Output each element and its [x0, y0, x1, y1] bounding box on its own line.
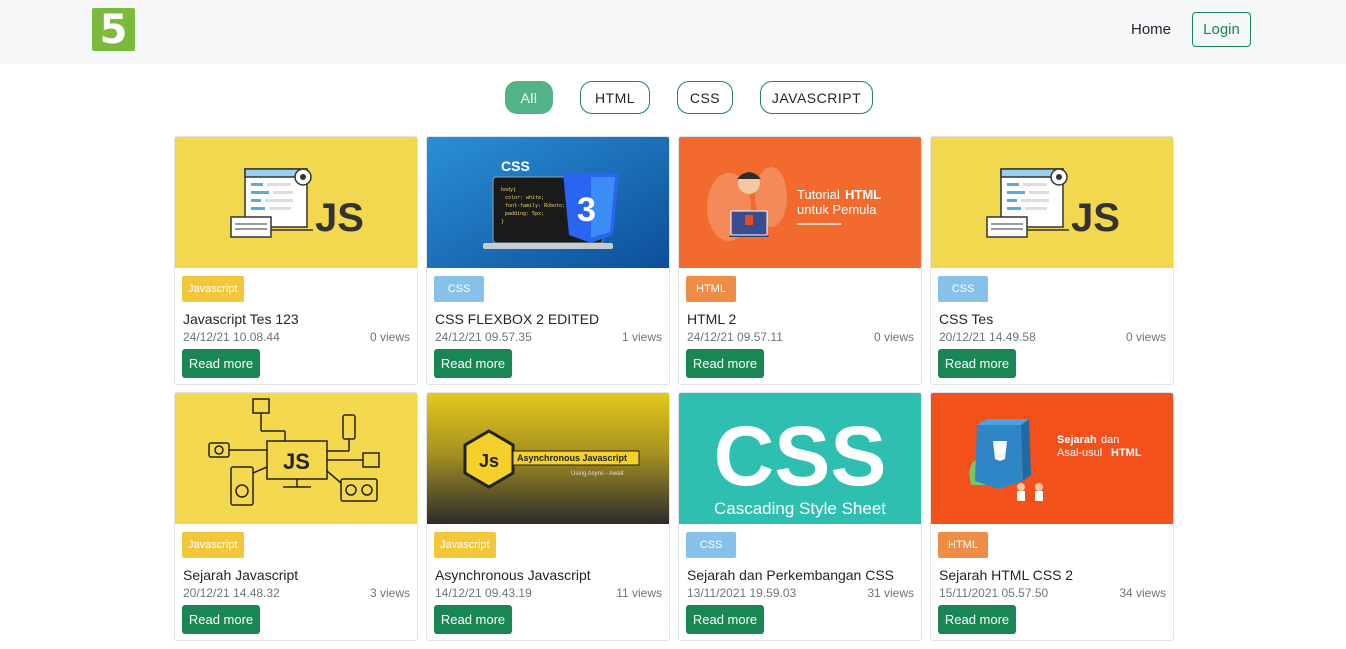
svg-text:color: white;: color: white;	[505, 195, 544, 201]
read-more-button[interactable]: Read more	[182, 605, 260, 634]
js-devices-image: JS	[175, 393, 417, 524]
article-title[interactable]: CSS Tes	[939, 311, 993, 327]
article-title[interactable]: Sejarah Javascript	[183, 567, 298, 583]
article-date: 14/12/21 09.43.19	[435, 586, 532, 600]
login-button[interactable]: Login	[1192, 12, 1251, 47]
read-more-button[interactable]: Read more	[434, 605, 512, 634]
css-big-image: CSS Cascading Style Sheet	[679, 393, 921, 524]
category-badge: HTML	[938, 532, 988, 558]
article-views: 11 views	[616, 586, 662, 600]
article-title[interactable]: Sejarah HTML CSS 2	[939, 567, 1073, 583]
svg-text:Js: Js	[479, 451, 499, 471]
svg-text:JS: JS	[1071, 196, 1120, 240]
async-title-text: Asynchronous Javascript	[517, 453, 627, 463]
css-subtitle-text: Cascading Style Sheet	[714, 499, 886, 518]
css3-laptop-image: body{ color: white; font-family: Roboto;…	[427, 137, 669, 268]
article-views: 31 views	[867, 586, 914, 600]
article-date: 13/11/2021 19.59.03	[687, 586, 797, 600]
navbar: 5 Home Login	[0, 0, 1346, 64]
article-card: JS Javascript Javascript Tes 123 24/12/2…	[174, 136, 418, 385]
sejarah-text-4: HTML	[1111, 447, 1142, 459]
category-badge: Javascript	[434, 532, 496, 558]
read-more-button[interactable]: Read more	[938, 605, 1016, 634]
article-views: 34 views	[1119, 586, 1166, 600]
read-more-button[interactable]: Read more	[686, 605, 764, 634]
filter-all-button[interactable]: All	[505, 81, 553, 114]
article-thumbnail[interactable]: JS	[175, 393, 417, 524]
article-title[interactable]: CSS FLEXBOX 2 EDITED	[435, 311, 599, 327]
read-more-button[interactable]: Read more	[182, 349, 260, 378]
article-card: Tutorial HTML untuk Pemula HTML HTML 2 2…	[678, 136, 922, 385]
article-card: Sejarah dan Asal-usul HTML HTML Sejarah …	[930, 392, 1174, 641]
svg-text:body{: body{	[501, 187, 516, 193]
css-logo-text: CSS	[501, 158, 530, 174]
article-views: 0 views	[369, 330, 410, 344]
article-views: 0 views	[1125, 330, 1166, 344]
article-thumbnail[interactable]: body{ color: white; font-family: Roboto;…	[427, 137, 669, 268]
async-subtitle-text: Using Async - Await	[571, 471, 624, 477]
logo[interactable]: 5	[92, 8, 135, 51]
tutorial-text-3: untuk Pemula	[797, 202, 877, 217]
article-card: Js Asynchronous Javascript Using Async -…	[426, 392, 670, 641]
article-thumbnail[interactable]: CSS Cascading Style Sheet	[679, 393, 921, 524]
filter-javascript-button[interactable]: JAVASCRIPT	[760, 81, 873, 114]
svg-text:font-family: Roboto;: font-family: Roboto;	[505, 203, 565, 209]
article-thumbnail[interactable]: Tutorial HTML untuk Pemula	[679, 137, 921, 268]
sejarah-text-2: dan	[1101, 434, 1119, 446]
article-date: 24/12/21 09.57.35	[435, 330, 532, 344]
category-badge: HTML	[686, 276, 736, 302]
read-more-button[interactable]: Read more	[434, 349, 512, 378]
svg-text:JS: JS	[315, 196, 364, 240]
svg-text:JS: JS	[283, 449, 310, 474]
article-date: 20/12/21 14.48.32	[183, 586, 280, 600]
category-badge: CSS	[938, 276, 988, 302]
sejarah-text-3: Asal-usul	[1057, 447, 1102, 459]
tutorial-text-2: HTML	[845, 187, 881, 202]
tutorial-html-image: Tutorial HTML untuk Pemula	[679, 137, 921, 268]
category-badge: CSS	[434, 276, 484, 302]
article-date: 24/12/21 10.08.44	[183, 330, 280, 344]
sejarah-text-1: Sejarah	[1057, 434, 1097, 446]
article-thumbnail[interactable]: Sejarah dan Asal-usul HTML	[931, 393, 1173, 524]
nav-home-link[interactable]: Home	[1131, 21, 1171, 38]
css-big-text: CSS	[714, 409, 887, 503]
filter-html-button[interactable]: HTML	[580, 81, 650, 114]
svg-text:3: 3	[577, 191, 596, 229]
read-more-button[interactable]: Read more	[686, 349, 764, 378]
article-card: JS CSS CSS Tes 20/12/21 14.49.58 0 views…	[930, 136, 1174, 385]
article-date: 20/12/21 14.49.58	[939, 330, 1036, 344]
article-title[interactable]: Javascript Tes 123	[183, 311, 299, 327]
article-views: 3 views	[369, 586, 410, 600]
article-title[interactable]: Sejarah dan Perkembangan CSS	[687, 567, 894, 583]
filter-css-button[interactable]: CSS	[677, 81, 733, 114]
svg-text:}: }	[501, 219, 504, 225]
js-illustration-image: JS	[175, 137, 417, 268]
article-date: 24/12/21 09.57.11	[687, 330, 783, 344]
article-card: JS Javascript Sejarah Javascript 20/12/2…	[174, 392, 418, 641]
js-illustration-image: JS	[931, 137, 1173, 268]
sejarah-html-image: Sejarah dan Asal-usul HTML	[931, 393, 1173, 524]
article-card: CSS Cascading Style Sheet CSS Sejarah da…	[678, 392, 922, 641]
category-badge: Javascript	[182, 276, 244, 302]
read-more-button[interactable]: Read more	[938, 349, 1016, 378]
category-badge: CSS	[686, 532, 736, 558]
article-thumbnail[interactable]: Js Asynchronous Javascript Using Async -…	[427, 393, 669, 524]
article-title[interactable]: HTML 2	[687, 311, 736, 327]
article-title[interactable]: Asynchronous Javascript	[435, 567, 591, 583]
async-js-image: Js Asynchronous Javascript Using Async -…	[427, 393, 669, 524]
tutorial-text-1: Tutorial	[797, 187, 840, 202]
category-badge: Javascript	[182, 532, 244, 558]
category-filter-bar: All HTML CSS JAVASCRIPT	[0, 81, 1346, 114]
article-views: 1 views	[621, 330, 662, 344]
svg-text:padding: 5px;: padding: 5px;	[505, 211, 544, 217]
article-thumbnail[interactable]: JS	[931, 137, 1173, 268]
article-date: 15/11/2021 05.57.50	[939, 586, 1049, 600]
article-views: 0 views	[873, 330, 914, 344]
article-card: body{ color: white; font-family: Roboto;…	[426, 136, 670, 385]
article-thumbnail[interactable]: JS	[175, 137, 417, 268]
